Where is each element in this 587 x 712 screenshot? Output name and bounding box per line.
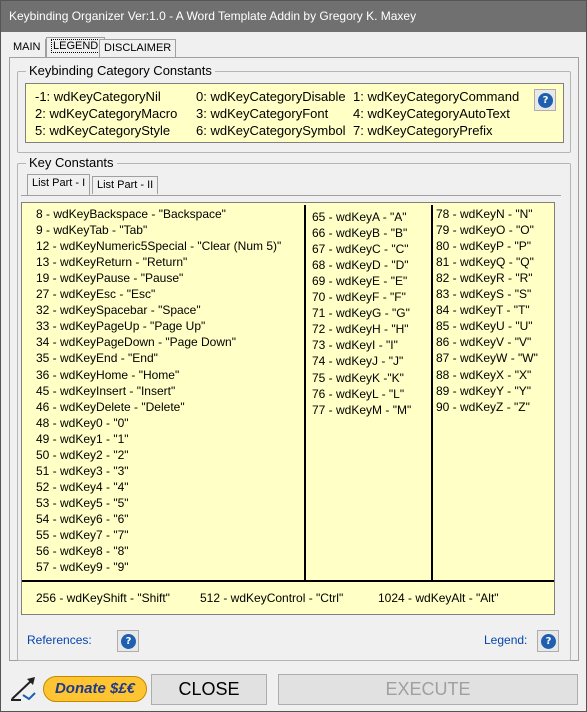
quill-logo-icon: [11, 677, 36, 701]
tab-legend[interactable]: LEGEND: [46, 37, 106, 57]
category-item: 0: wdKeyCategoryDisable: [196, 89, 346, 104]
execute-button[interactable]: EXECUTE: [278, 674, 578, 705]
key-constant-item: 67 - wdKeyC - "C": [312, 242, 409, 257]
key-constant-item: 81 - wdKeyQ - "Q": [436, 255, 534, 270]
column-divider: [304, 205, 306, 580]
help-icon: ?: [538, 93, 553, 108]
key-constant-item: 34 - wdKeyPageDown - "Page Down": [36, 335, 236, 350]
key-constant-item: 50 - wdKey2 - "2": [36, 447, 129, 462]
legend-label: Legend:: [484, 633, 528, 647]
category-item: -1: wdKeyCategoryNil: [35, 89, 161, 104]
key-constant-item: 83 - wdKeyS - "S": [436, 287, 532, 302]
key-constant-item: 80 - wdKeyP - "P": [436, 239, 532, 254]
subtab-list-part-2[interactable]: List Part - II: [92, 176, 159, 194]
key-constant-item: 75 - wdKeyK -"K": [312, 370, 404, 385]
key-constant-item: 46 - wdKeyDelete - "Delete": [36, 399, 185, 414]
key-constant-item: 73 - wdKeyI - "I": [312, 338, 398, 353]
key-constant-item: 72 - wdKeyH - "H": [312, 322, 409, 337]
key-constant-item: 54 - wdKey6 - "6": [36, 511, 129, 526]
key-constant-item: 49 - wdKey1 - "1": [36, 431, 129, 446]
key-constants-panel: 8 - wdKeyBackspace - "Backspace" 9 - wdKe…: [21, 202, 555, 615]
key-constant-item: 55 - wdKey7 - "7": [36, 528, 129, 542]
key-constant-item: 35 - wdKeyEnd - "End": [36, 351, 158, 366]
legend-help-button[interactable]: ?: [537, 630, 559, 652]
key-constant-item: 19 - wdKeyPause - "Pause": [36, 271, 184, 286]
key-constant-item: 87 - wdKeyW - "W": [436, 351, 538, 366]
window-title: Keybinding Organizer Ver:1.0 - A Word Te…: [1, 1, 586, 32]
row-divider: [22, 580, 554, 582]
donate-button[interactable]: Donate $£€: [43, 676, 147, 702]
category-group-title: Keybinding Category Constants: [26, 63, 215, 78]
key-constant-item: 65 - wdKeyA - "A": [312, 210, 407, 224]
key-constant-item: 68 - wdKeyD - "D": [312, 258, 409, 273]
key-constant-item: 53 - wdKey5 - "5": [36, 495, 129, 510]
key-constant-item: 45 - wdKeyInsert - "Insert": [36, 383, 176, 398]
key-constant-item: 79 - wdKeyO - "O": [436, 223, 534, 238]
key-constant-item: 12 - wdKeyNumeric5Special - "Clear (Num …: [36, 239, 282, 254]
key-constant-item: 88 - wdKeyX - "X": [436, 367, 532, 382]
subtab-divider: [21, 195, 561, 196]
category-item: 2: wdKeyCategoryMacro: [35, 106, 178, 121]
category-item: 6: wdKeyCategorySymbol: [196, 123, 346, 138]
key-constant-item: 66 - wdKeyB - "B": [312, 226, 408, 241]
key-constant-item: 9 - wdKeyTab - "Tab": [36, 223, 148, 238]
key-constant-item: 33 - wdKeyPageUp - "Page Up": [36, 319, 206, 334]
key-constant-item: 86 - wdKeyV - "V": [436, 335, 532, 350]
app-window: Keybinding Organizer Ver:1.0 - A Word Te…: [0, 0, 587, 712]
key-constant-item: 77 - wdKeyM - "M": [312, 402, 412, 417]
key-constant-item: 57 - wdKey9 - "9": [36, 560, 129, 575]
help-icon: ?: [121, 634, 136, 649]
close-button[interactable]: CLOSE: [151, 674, 267, 705]
key-constant-item: 76 - wdKeyL - "L": [312, 386, 405, 401]
help-icon: ?: [541, 634, 556, 649]
key-constant-item: 8 - wdKeyBackspace - "Backspace": [36, 207, 226, 221]
key-constant-item: 36 - wdKeyHome - "Home": [36, 367, 180, 382]
key-constant-item: 56 - wdKey8 - "8": [36, 544, 129, 559]
references-help-button[interactable]: ?: [117, 630, 139, 652]
tab-main-label: MAIN: [13, 41, 41, 53]
tab-legend-label: LEGEND: [51, 39, 101, 53]
key-constant-item: 84 - wdKeyT - "T": [436, 303, 530, 318]
key-constant-item: 78 - wdKeyN - "N": [436, 207, 533, 221]
tab-disclaimer[interactable]: DISCLAIMER: [99, 39, 177, 57]
key-constant-item: 27 - wdKeyEsc - "Esc": [36, 287, 156, 302]
category-item: 7: wdKeyCategoryPrefix: [353, 123, 493, 138]
modifier-shift: 256 - wdKeyShift - "Shift": [36, 591, 170, 605]
key-group-title: Key Constants: [26, 155, 117, 170]
key-constant-item: 13 - wdKeyReturn - "Return": [36, 255, 188, 270]
key-constant-item: 90 - wdKeyZ - "Z": [436, 399, 530, 414]
key-constant-item: 52 - wdKey4 - "4": [36, 479, 129, 494]
category-item: 3: wdKeyCategoryFont: [196, 106, 329, 121]
column-divider: [431, 205, 433, 580]
modifier-alt: 1024 - wdKeyAlt - "Alt": [378, 591, 499, 605]
key-constant-item: 85 - wdKeyU - "U": [436, 319, 533, 334]
tab-main[interactable]: MAIN: [9, 39, 46, 57]
key-constant-item: 51 - wdKey3 - "3": [36, 463, 129, 478]
key-constant-item: 74 - wdKeyJ - "J": [312, 354, 404, 369]
category-item: 4: wdKeyCategoryAutoText: [353, 106, 510, 121]
category-item: 1: wdKeyCategoryCommand: [353, 89, 520, 104]
references-label: References:: [27, 633, 92, 647]
key-constant-item: 89 - wdKeyY - "Y": [436, 383, 532, 398]
modifier-control: 512 - wdKeyControl - "Ctrl": [200, 591, 344, 605]
category-constants-panel: -1: wdKeyCategoryNil 0: wdKeyCategoryDis…: [25, 83, 564, 143]
category-item: 5: wdKeyCategoryStyle: [35, 123, 171, 138]
tab-disclaimer-label: DISCLAIMER: [104, 42, 172, 54]
category-help-button[interactable]: ?: [534, 89, 556, 111]
footer-bar: Donate $£€ CLOSE EXECUTE: [1, 669, 586, 711]
key-constant-item: 48 - wdKey0 - "0": [36, 415, 129, 430]
key-constant-item: 71 - wdKeyG - "G": [312, 306, 410, 321]
key-constant-item: 32 - wdKeySpacebar - "Space": [36, 303, 201, 318]
key-constant-item: 82 - wdKeyR - "R": [436, 271, 533, 286]
subtab-list-part-1[interactable]: List Part - I: [27, 174, 91, 195]
key-constant-item: 70 - wdKeyF - "F": [312, 290, 406, 305]
key-constant-item: 69 - wdKeyE - "E": [312, 274, 408, 289]
